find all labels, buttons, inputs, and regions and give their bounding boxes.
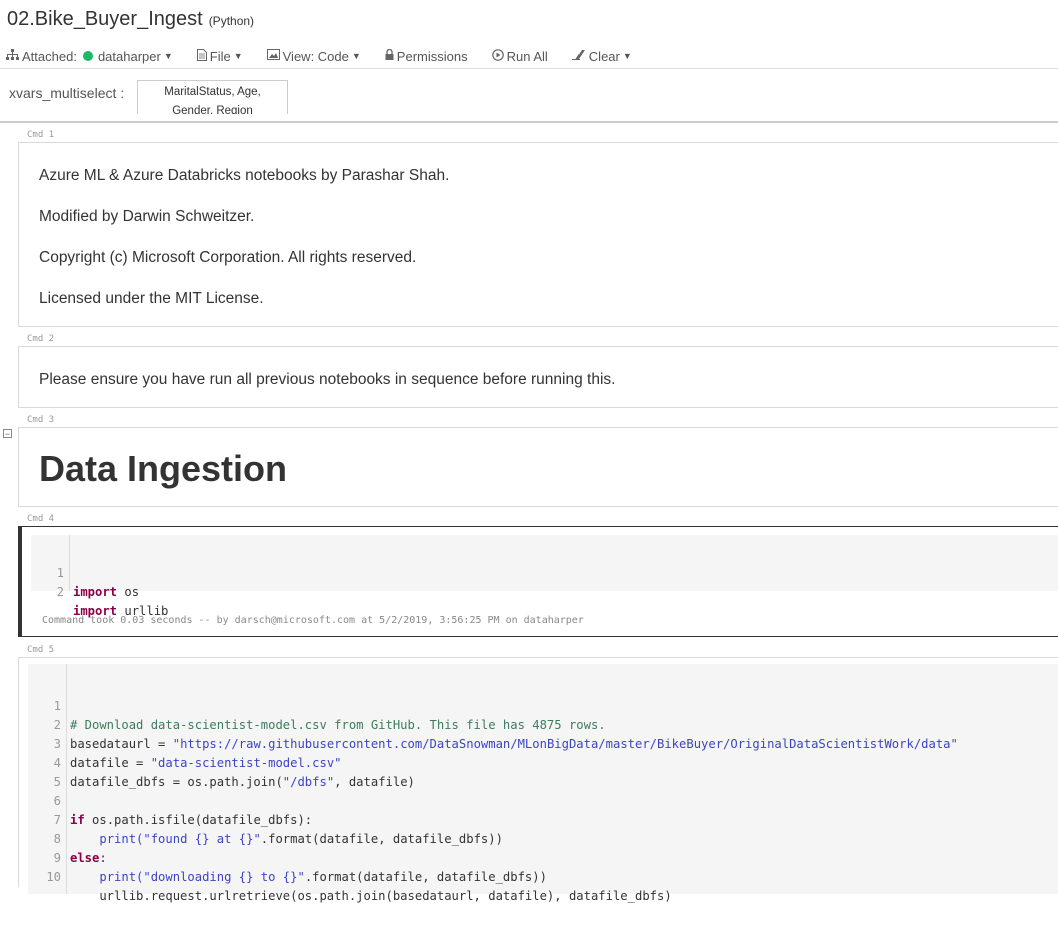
code-line: 1 import os xyxy=(56,566,140,599)
code-line: 7 print("found {} at {}".format(datafile… xyxy=(53,813,503,846)
code-line: 5 xyxy=(53,775,61,789)
code-cell[interactable]: 1 import os 2 import urllib Command took… xyxy=(18,526,1058,637)
cmd-label: Cmd 4 xyxy=(27,514,55,524)
notebook-title: 02.Bike_Buyer_Ingest (Python) xyxy=(7,8,254,36)
permissions-label: Permissions xyxy=(396,48,468,64)
lock-icon xyxy=(385,48,394,63)
code-line: 2 import urllib xyxy=(56,585,169,618)
cmd-label: Cmd 2 xyxy=(27,334,55,344)
code-line: 6 if os.path.isfile(datafile_dbfs): xyxy=(53,794,313,827)
eraser-icon xyxy=(571,49,586,63)
collapse-icon[interactable]: − xyxy=(3,429,12,439)
chevron-down-icon: ▼ xyxy=(622,51,632,61)
markdown-cell[interactable]: Data Ingestion xyxy=(18,427,1058,507)
file-menu[interactable]: File ▼ xyxy=(191,48,243,64)
code-line: 9 print("downloading {} to {}".format(da… xyxy=(53,851,547,884)
cluster-name: dataharper xyxy=(97,48,161,64)
view-menu-label: View: Code xyxy=(282,48,349,64)
play-circle-icon xyxy=(491,48,504,64)
cluster-status-dot xyxy=(82,51,93,61)
xvars-multiselect[interactable]: MaritalStatus, Age, Gender, Region xyxy=(137,80,288,114)
cluster-icon xyxy=(6,49,19,63)
cell-text: Please ensure you have run all previous … xyxy=(39,371,616,388)
clear-menu[interactable]: Clear ▼ xyxy=(566,49,632,64)
image-icon xyxy=(266,49,280,63)
notebook-language: (Python) xyxy=(208,14,255,28)
code-line: 1 # Download data-scientist-model.csv fr… xyxy=(53,699,606,732)
cell-text: Modified by Darwin Schweitzer. xyxy=(39,208,255,225)
file-icon xyxy=(196,48,207,64)
notebook-name[interactable]: 02.Bike_Buyer_Ingest xyxy=(7,8,203,31)
file-menu-label: File xyxy=(209,48,231,64)
run-all-label: Run All xyxy=(506,48,548,64)
markdown-cell[interactable]: Please ensure you have run all previous … xyxy=(18,346,1058,408)
code-line: 4 datafile_dbfs = os.path.join("/dbfs", … xyxy=(53,756,415,789)
widget-label: xvars_multiselect : xyxy=(9,85,125,101)
run-all-button[interactable]: Run All xyxy=(486,49,548,64)
code-editor[interactable]: 1 import os 2 import urllib xyxy=(31,535,1058,618)
cell-text: Licensed under the MIT License. xyxy=(39,290,264,307)
code-line: 8 else: xyxy=(53,832,107,865)
attached-label: Attached: xyxy=(22,48,77,64)
cmd-label: Cmd 3 xyxy=(27,415,55,425)
chevron-down-icon: ▼ xyxy=(351,51,361,61)
multiselect-value-line: MaritalStatus, Age, xyxy=(164,86,261,98)
markdown-cell[interactable]: Azure ML & Azure Databricks notebooks by… xyxy=(18,142,1058,327)
widget-bar: xvars_multiselect : MaritalStatus, Age, … xyxy=(0,69,1058,123)
code-line: 3 datafile = "data-scientist-model.csv" xyxy=(53,737,342,770)
code-line: 2 basedataurl = "https://raw.githubuserc… xyxy=(53,718,958,751)
clear-label: Clear xyxy=(588,48,620,64)
code-line: 10 urllib.request.urlretrieve(os.path.jo… xyxy=(46,870,672,903)
notebook-toolbar: Attached: dataharper ▼ File ▼ View: Code… xyxy=(0,44,1058,69)
multiselect-value-line: Gender, Region xyxy=(172,105,253,114)
permissions-button[interactable]: Permissions xyxy=(379,49,468,64)
cell-heading: Data Ingestion xyxy=(39,448,288,489)
cell-text: Copyright (c) Microsoft Corporation. All… xyxy=(39,249,417,266)
cmd-label: Cmd 1 xyxy=(27,130,55,140)
cmd-label: Cmd 5 xyxy=(27,645,55,655)
code-editor[interactable]: 1 # Download data-scientist-model.csv fr… xyxy=(28,664,1058,903)
command-status: Command took 0.03 seconds -- by darsch@m… xyxy=(42,615,584,626)
cell-text: Azure ML & Azure Databricks notebooks by… xyxy=(39,167,450,184)
view-menu[interactable]: View: Code ▼ xyxy=(261,49,361,64)
code-cell[interactable]: 1 # Download data-scientist-model.csv fr… xyxy=(18,657,1058,903)
chevron-down-icon: ▼ xyxy=(233,51,243,61)
chevron-down-icon: ▼ xyxy=(163,51,173,61)
attached-cluster-menu[interactable]: Attached: dataharper ▼ xyxy=(0,49,173,64)
